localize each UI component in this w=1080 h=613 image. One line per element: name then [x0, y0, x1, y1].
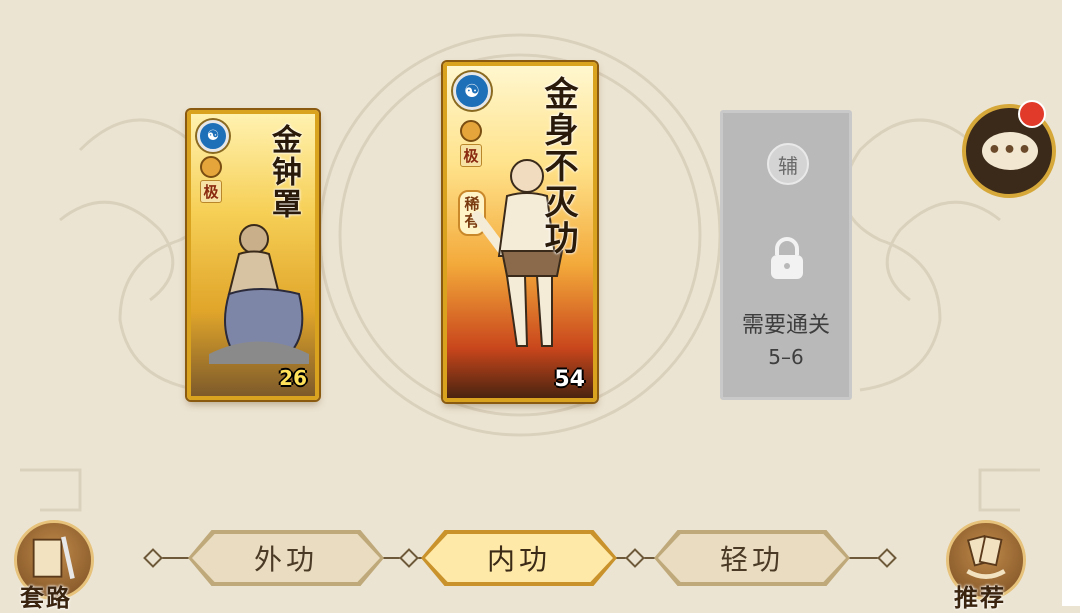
skill-card-golden-bell[interactable]: ☯ 极 金钟罩 26 [187, 110, 319, 400]
card-title: 金身不灭功 [538, 76, 578, 256]
yin-yang-icon: ☯ [453, 72, 491, 110]
tab-external-skill[interactable]: 外功 [188, 530, 384, 586]
tab-label: 轻功 [719, 543, 784, 576]
recommend-label: 推荐 [954, 583, 1006, 612]
tab-label: 外功 [253, 543, 318, 576]
locked-card-slot[interactable]: 辅 需要通关 5–6 [720, 110, 852, 400]
chat-dots: ••• [987, 138, 1033, 163]
lock-icon [771, 237, 803, 279]
tab-internal-skill[interactable]: 内功 [421, 530, 617, 586]
tab-label: 内功 [486, 543, 551, 576]
grade-badge: 极 [200, 156, 222, 203]
routine-label: 套路 [20, 583, 72, 612]
notification-dot [1018, 100, 1046, 128]
grade-label: 极 [200, 180, 222, 203]
grade-sun-icon [460, 120, 482, 142]
chat-bubble-icon: ••• [982, 132, 1038, 170]
role-badge: 辅 [767, 143, 809, 185]
tab-lightness-skill[interactable]: 轻功 [654, 530, 850, 586]
yin-yang-icon: ☯ [197, 120, 229, 152]
grade-sun-icon [200, 156, 222, 178]
card-count: 54 [554, 367, 585, 392]
unlock-stage: 5–6 [768, 345, 804, 369]
screen-edge [1062, 0, 1080, 606]
card-title: 金钟罩 [266, 124, 301, 220]
card-count: 26 [279, 366, 307, 390]
skill-card-indestructible-body[interactable]: ☯ 极 稀有 金身不灭功 54 [443, 62, 597, 402]
unlock-requirement: 需要通关 [741, 313, 830, 338]
monk-figure-image [209, 224, 309, 364]
